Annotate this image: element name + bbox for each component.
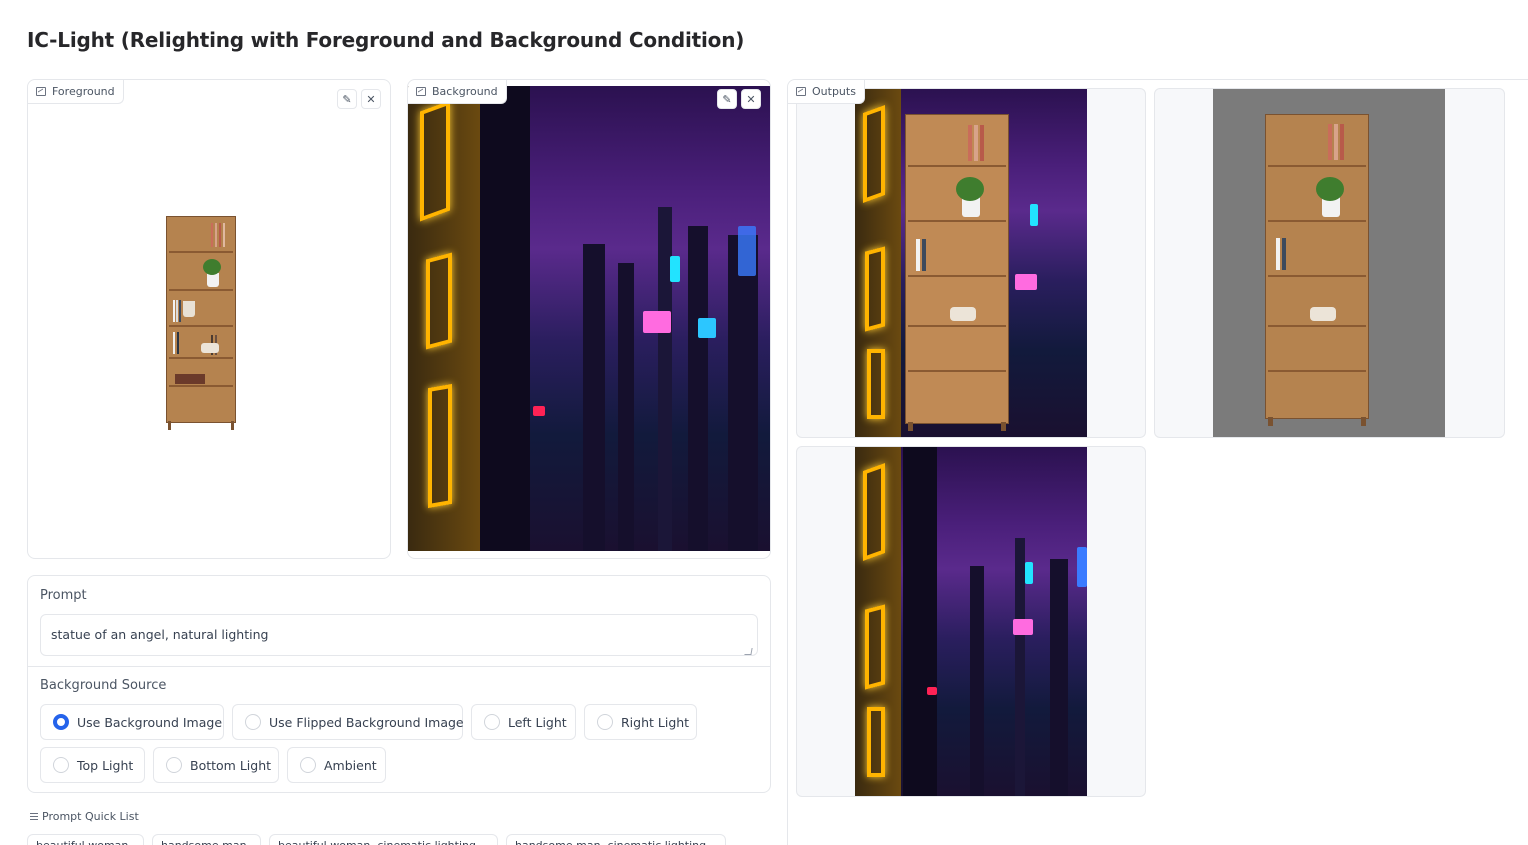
- prompt-label: Prompt: [40, 588, 87, 603]
- settings-panel: Prompt statue of an angel, natural light…: [27, 575, 771, 793]
- background-image-panel[interactable]: Background ✎ ✕: [407, 79, 771, 559]
- radio-dot: [300, 757, 316, 773]
- radio-bottom-light[interactable]: Bottom Light: [153, 747, 279, 783]
- foreground-label: Foreground: [28, 80, 124, 104]
- list-icon: [30, 813, 38, 820]
- divider: [28, 666, 770, 667]
- radio-ambient[interactable]: Ambient: [287, 747, 386, 783]
- edit-button[interactable]: ✎: [337, 89, 357, 109]
- close-icon: ✕: [746, 92, 756, 106]
- radio-dot: [166, 757, 182, 773]
- image-icon: [416, 87, 426, 96]
- bookshelf-image: [166, 216, 236, 430]
- output-thumbnail[interactable]: [796, 88, 1146, 438]
- image-icon: [36, 87, 46, 96]
- foreground-image-panel[interactable]: Foreground ✎ ✕: [27, 79, 391, 559]
- page-title: IC-Light (Relighting with Foreground and…: [27, 28, 745, 52]
- quick-prompt-chip[interactable]: beautiful woman, cinematic lighting: [269, 834, 498, 845]
- clear-button[interactable]: ✕: [741, 89, 761, 109]
- prompt-input[interactable]: statue of an angel, natural lighting: [40, 614, 758, 656]
- quick-prompt-chip[interactable]: beautiful woman: [27, 834, 144, 845]
- radio-use-background-image[interactable]: Use Background Image: [40, 704, 224, 740]
- background-toolbar: ✎ ✕: [717, 89, 761, 109]
- background-label: Background: [408, 80, 507, 104]
- outputs-gallery: Outputs: [787, 79, 1528, 845]
- radio-use-flipped-background-image[interactable]: Use Flipped Background Image: [232, 704, 464, 740]
- close-icon: ✕: [366, 92, 376, 106]
- quick-prompt-chip[interactable]: handsome man: [152, 834, 261, 845]
- foreground-toolbar: ✎ ✕: [337, 89, 381, 109]
- radio-dot: [597, 714, 613, 730]
- clear-button[interactable]: ✕: [361, 89, 381, 109]
- radio-dot: [245, 714, 261, 730]
- outputs-label: Outputs: [788, 80, 865, 104]
- radio-right-light[interactable]: Right Light: [584, 704, 697, 740]
- image-icon: [796, 87, 806, 96]
- radio-top-light[interactable]: Top Light: [40, 747, 145, 783]
- radio-dot: [484, 714, 500, 730]
- resize-handle[interactable]: [744, 648, 753, 655]
- radio-left-light[interactable]: Left Light: [471, 704, 576, 740]
- edit-button[interactable]: ✎: [717, 89, 737, 109]
- radio-dot: [53, 714, 69, 730]
- output-thumbnail[interactable]: [1154, 88, 1505, 438]
- background-source-label: Background Source: [40, 678, 167, 693]
- pencil-icon: ✎: [342, 92, 352, 106]
- quick-prompt-chip[interactable]: handsome man, cinematic lighting: [506, 834, 726, 845]
- output-thumbnail[interactable]: [796, 446, 1146, 797]
- prompt-quick-list-label: Prompt Quick List: [30, 810, 139, 823]
- city-background-image: [408, 86, 770, 551]
- radio-dot: [53, 757, 69, 773]
- pencil-icon: ✎: [722, 92, 732, 106]
